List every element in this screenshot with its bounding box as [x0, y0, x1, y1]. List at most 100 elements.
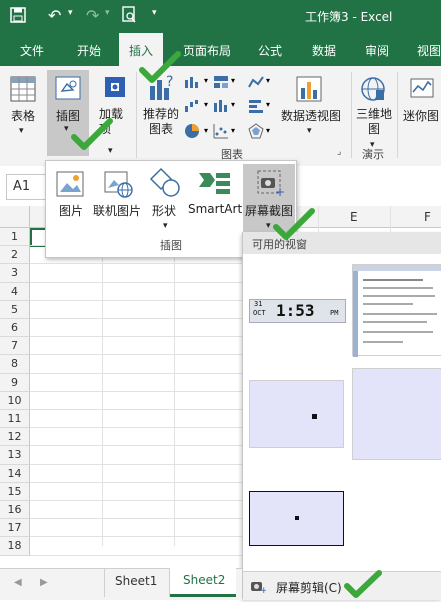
scatter-chart-icon[interactable] — [213, 123, 229, 142]
radar-chart-icon[interactable] — [248, 123, 264, 142]
window-thumbnail-blank[interactable] — [249, 380, 344, 448]
row-header[interactable]: 5 — [0, 300, 30, 319]
row-header[interactable]: 7 — [0, 337, 30, 356]
column-chart-icon[interactable] — [184, 75, 202, 92]
waterfall-chart-dropdown-icon[interactable]: ▾ — [204, 100, 208, 109]
screen-clipping-icon: + — [250, 579, 268, 596]
illustrations-icon — [55, 76, 81, 103]
quick-access-dropdown-icon[interactable]: ▾ — [152, 8, 157, 18]
row-header[interactable]: 1 — [0, 228, 30, 247]
screen-clipping-label: 屏幕剪辑(C) — [276, 581, 342, 595]
screen-clipping-item[interactable]: + 屏幕剪辑(C) — [243, 571, 441, 600]
row-header[interactable]: 10 — [0, 391, 30, 410]
bar-chart-dropdown-icon[interactable]: ▾ — [266, 100, 270, 109]
save-icon[interactable] — [10, 7, 26, 26]
sheet-tab-sheet1[interactable]: Sheet1 — [104, 569, 170, 597]
illustrations-dropdown-icon: ▾ — [64, 124, 69, 134]
online-picture-button[interactable]: 联机图片 — [93, 202, 141, 219]
picture-button[interactable]: 图片 — [59, 202, 83, 219]
tab-review[interactable]: 审阅 — [365, 42, 389, 59]
prev-sheet-icon[interactable]: ◀ — [14, 577, 22, 588]
ribbon-separator — [397, 72, 398, 158]
window-title: 工作簿3 - Excel — [305, 10, 393, 24]
charts-dialog-launcher-icon[interactable]: ⌟ — [337, 147, 341, 157]
row-header[interactable]: 16 — [0, 501, 30, 520]
tab-formulas[interactable]: 公式 — [258, 42, 282, 59]
shapes-button[interactable]: 形状 — [152, 202, 176, 219]
recommended-charts-label[interactable]: 推荐的图表 — [141, 107, 181, 137]
table-button-label[interactable]: 表格 — [11, 107, 35, 124]
illustrations-group-label: 插图 — [160, 239, 182, 252]
row-header[interactable]: 3 — [0, 264, 30, 283]
column-chart-dropdown-icon[interactable]: ▾ — [204, 76, 208, 85]
sparklines-label[interactable]: 迷你图 — [403, 107, 439, 124]
row-header[interactable]: 18 — [0, 537, 30, 556]
3d-map-icon — [360, 76, 386, 105]
tours-group-label: 演示 — [362, 148, 384, 161]
undo-dropdown-icon[interactable]: ▾ — [68, 8, 73, 18]
clock-day: 31 — [254, 300, 263, 308]
row-header[interactable]: 13 — [0, 446, 30, 465]
tab-page-layout[interactable]: 页面布局 — [183, 42, 231, 59]
row-header[interactable]: 15 — [0, 482, 30, 501]
row-header[interactable]: 14 — [0, 464, 30, 483]
name-box[interactable]: A1 — [6, 174, 46, 200]
tab-data[interactable]: 数据 — [312, 42, 336, 59]
column-header-e[interactable]: E — [350, 210, 358, 224]
pie-chart-icon[interactable] — [184, 123, 200, 142]
tab-home[interactable]: 开始 — [77, 42, 101, 59]
row-header[interactable]: 11 — [0, 410, 30, 429]
sheet-tab-label: Sheet1 — [115, 574, 158, 588]
sparkline-icon — [410, 76, 434, 103]
bar-chart-icon[interactable] — [248, 99, 264, 116]
next-sheet-icon[interactable]: ▶ — [40, 577, 48, 588]
smartart-icon — [198, 169, 232, 200]
pivot-chart-label[interactable]: 数据透视图 — [281, 107, 341, 124]
print-preview-icon[interactable] — [122, 6, 137, 26]
statistic-chart-icon[interactable] — [213, 99, 229, 116]
sheet-tab-label: Sheet2 — [183, 573, 226, 587]
waterfall-chart-icon[interactable] — [184, 99, 202, 116]
3d-map-label[interactable]: 三维地图 — [354, 107, 394, 137]
row-header[interactable]: 9 — [0, 373, 30, 392]
hierarchy-chart-dropdown-icon[interactable]: ▾ — [231, 76, 235, 85]
line-chart-icon[interactable] — [248, 75, 264, 92]
svg-text:+: + — [275, 185, 284, 197]
shapes-dropdown-icon[interactable]: ▾ — [163, 221, 168, 231]
row-header[interactable]: 8 — [0, 355, 30, 374]
pivot-chart-dropdown-icon[interactable]: ▾ — [307, 126, 312, 136]
window-thumbnail-clock[interactable]: 31 OCT 1:53 PM — [249, 299, 346, 323]
name-box-value: A1 — [13, 179, 31, 194]
check-mark-icon — [343, 570, 383, 602]
tab-file[interactable]: 文件 — [20, 42, 44, 59]
undo-icon[interactable]: ↶ — [48, 6, 61, 25]
table-dropdown-icon[interactable]: ▾ — [19, 126, 24, 136]
sheet-tab-sheet2[interactable]: Sheet2 — [170, 568, 236, 597]
ribbon-tabs: 文件 开始 插入 页面布局 公式 数据 审阅 视图 — [0, 33, 441, 66]
select-all-corner[interactable] — [0, 206, 30, 228]
radar-chart-dropdown-icon[interactable]: ▾ — [266, 126, 270, 135]
row-header[interactable]: 12 — [0, 428, 30, 447]
column-header-f[interactable]: F — [424, 210, 431, 224]
window-thumbnail-blank[interactable] — [352, 368, 441, 460]
addins-icon — [104, 76, 126, 101]
online-picture-icon — [104, 169, 134, 202]
pie-chart-dropdown-icon[interactable]: ▾ — [204, 126, 208, 135]
row-header[interactable]: 6 — [0, 319, 30, 338]
row-header[interactable]: 4 — [0, 282, 30, 301]
ribbon: 表格 ▾ 插图 ▾ 加载项 ▾ ? 推荐的图表 ▾ ▾ ▾ ▾ ▾ ▾ ▾ ▾ … — [0, 66, 441, 167]
hierarchy-chart-icon[interactable] — [213, 75, 229, 92]
clock-ampm: PM — [330, 309, 339, 317]
line-chart-dropdown-icon[interactable]: ▾ — [266, 76, 270, 85]
check-mark-icon — [138, 50, 182, 89]
window-thumbnail-document[interactable] — [352, 264, 441, 357]
check-mark-icon — [272, 207, 316, 246]
row-header[interactable]: 2 — [0, 246, 30, 265]
scatter-chart-dropdown-icon[interactable]: ▾ — [231, 126, 235, 135]
row-header[interactable]: 17 — [0, 519, 30, 538]
smartart-button[interactable]: SmartArt — [188, 202, 242, 216]
tab-view[interactable]: 视图 — [417, 42, 441, 59]
statistic-chart-dropdown-icon[interactable]: ▾ — [231, 100, 235, 109]
window-thumbnail-blank-selected[interactable] — [249, 491, 344, 546]
check-mark-icon — [70, 117, 114, 156]
